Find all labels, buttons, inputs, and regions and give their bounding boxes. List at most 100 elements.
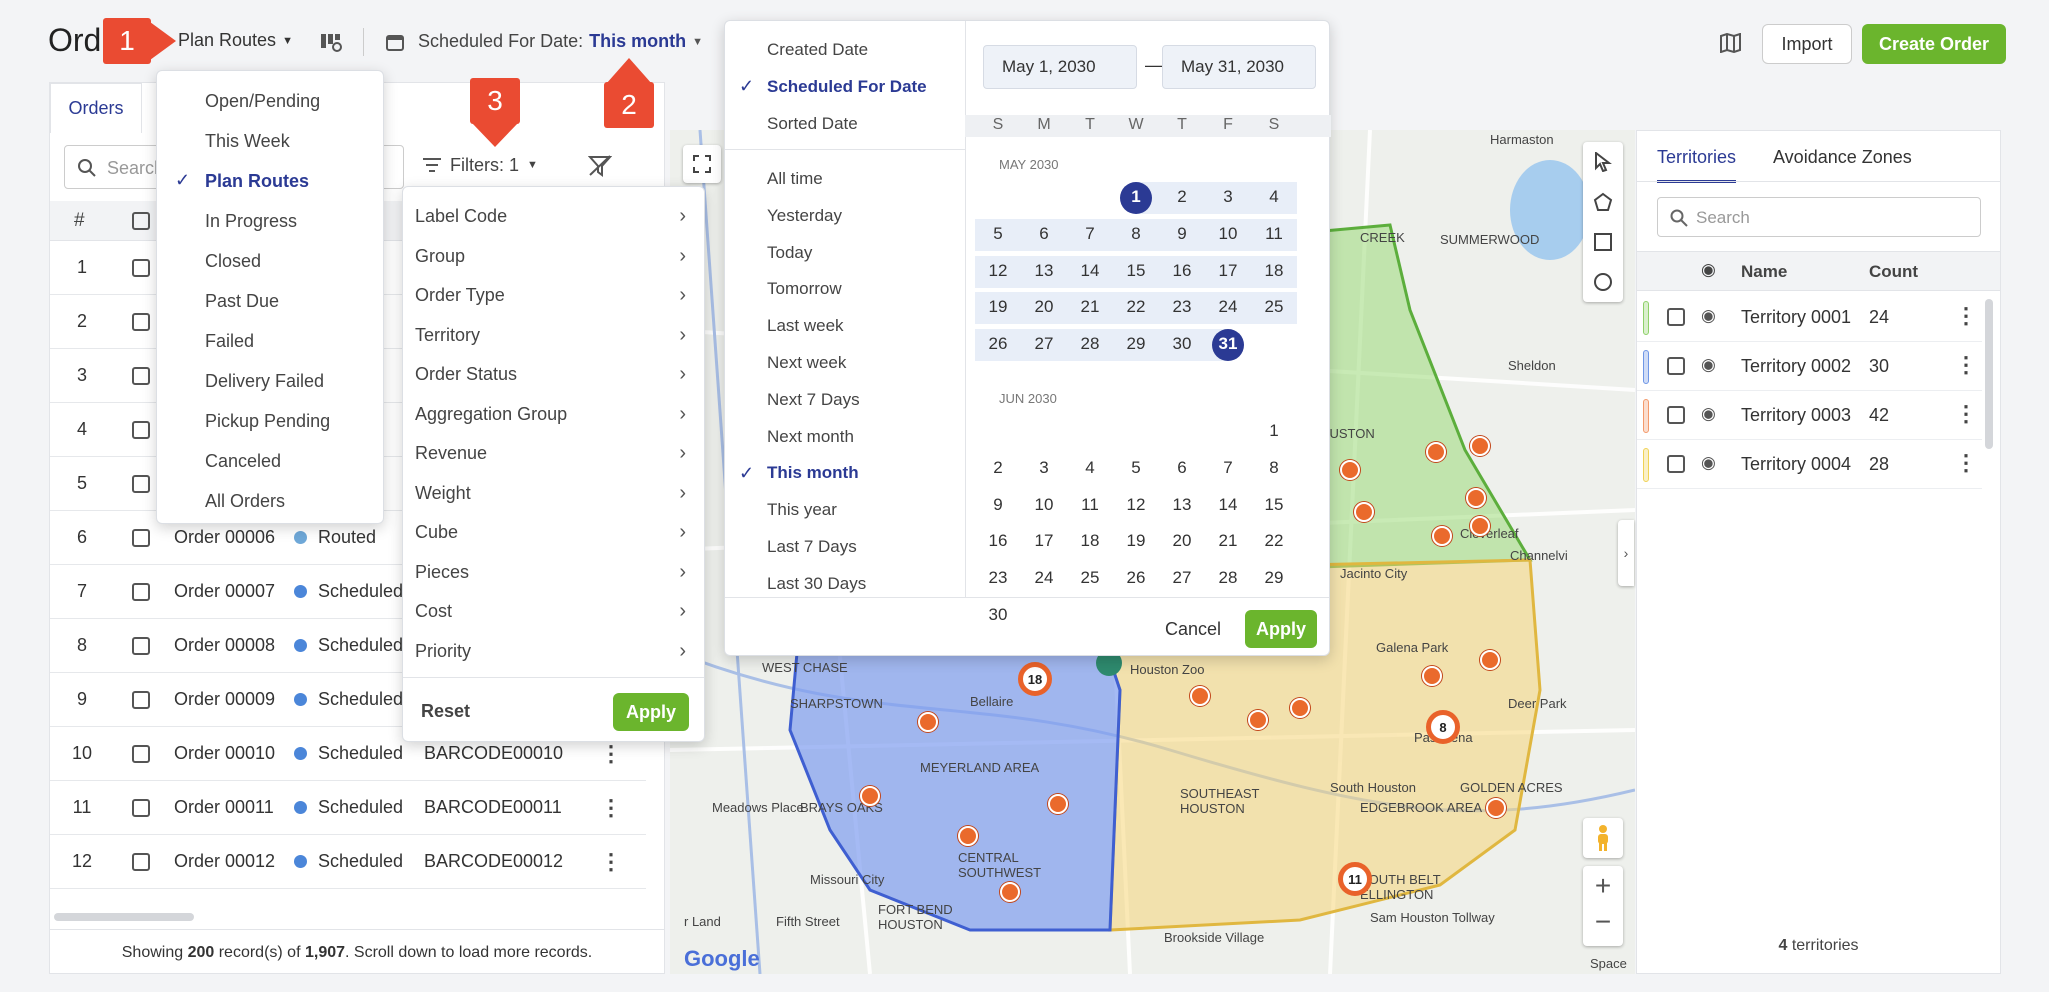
view-menu-item[interactable]: Failed <box>157 321 383 361</box>
calendar-day[interactable]: 14 <box>1067 261 1113 281</box>
view-menu-item[interactable]: In Progress <box>157 201 383 241</box>
date-preset-item[interactable]: Last week <box>725 308 965 344</box>
filter-menu-item[interactable]: Group › <box>403 237 704 276</box>
view-menu-item[interactable]: Pickup Pending <box>157 401 383 441</box>
calendar-day[interactable]: 24 <box>1205 297 1251 317</box>
calendar-day[interactable]: 21 <box>1067 297 1113 317</box>
filter-apply-button[interactable]: Apply <box>613 693 689 731</box>
date-preset-item[interactable]: Last 30 Days <box>725 566 965 602</box>
order-pin[interactable] <box>860 786 880 806</box>
eye-icon[interactable]: ◉ <box>1701 306 1716 326</box>
order-name[interactable]: Order 00010 <box>174 743 275 764</box>
calendar-day[interactable]: 9 <box>975 495 1021 515</box>
start-date-input[interactable]: May 1, 2030 <box>983 45 1137 89</box>
filters-button[interactable]: Filters: 1 ▼ <box>422 145 568 185</box>
tab-territories[interactable]: Territories <box>1657 147 1737 183</box>
order-pin[interactable] <box>958 826 978 846</box>
row-checkbox[interactable] <box>132 582 150 601</box>
calendar-day[interactable]: 7 <box>1205 458 1251 478</box>
row-checkbox[interactable] <box>132 474 150 493</box>
order-name[interactable]: Order 00012 <box>174 851 275 872</box>
more-vertical-icon[interactable]: ⋮ <box>1955 352 1977 378</box>
calendar-day[interactable]: 8 <box>1113 224 1159 244</box>
order-pin[interactable] <box>1048 794 1068 814</box>
calendar-day[interactable]: 26 <box>1113 568 1159 588</box>
order-pin[interactable] <box>1248 710 1268 730</box>
calendar-day[interactable]: 13 <box>1159 495 1205 515</box>
more-vertical-icon[interactable]: ⋮ <box>600 795 622 821</box>
calendar-day[interactable]: 20 <box>1021 297 1067 317</box>
calendar-day[interactable]: 12 <box>1113 495 1159 515</box>
filter-menu-item[interactable]: Territory › <box>403 316 704 355</box>
filter-menu-item[interactable]: Label Code › <box>403 197 704 236</box>
calendar-day[interactable]: 6 <box>1159 458 1205 478</box>
calendar-day[interactable]: 31 <box>1205 334 1251 354</box>
view-menu-item[interactable]: Past Due <box>157 281 383 321</box>
calendar-day[interactable]: 2 <box>975 458 1021 478</box>
view-dropdown[interactable]: Plan Routes ▼ <box>178 30 293 51</box>
date-type-item[interactable]: ✓ Scheduled For Date <box>725 68 965 105</box>
calendar-day[interactable]: 1 <box>1113 187 1159 207</box>
calendar-day[interactable]: 29 <box>1251 568 1297 588</box>
calendar-day[interactable]: 4 <box>1251 187 1297 207</box>
order-pin[interactable] <box>1422 666 1442 686</box>
view-menu-item[interactable]: This Week <box>157 121 383 161</box>
row-checkbox[interactable] <box>132 366 150 385</box>
calendar-day[interactable]: 23 <box>975 568 1021 588</box>
calendar-day[interactable]: 30 <box>975 605 1021 625</box>
select-all-checkbox[interactable] <box>132 212 150 230</box>
view-menu-item[interactable]: Closed <box>157 241 383 281</box>
clear-filter-icon[interactable] <box>588 155 612 177</box>
row-checkbox[interactable] <box>132 420 150 439</box>
order-pin[interactable] <box>1480 650 1500 670</box>
filter-menu-item[interactable]: Order Status › <box>403 355 704 394</box>
calendar-day[interactable]: 23 <box>1159 297 1205 317</box>
date-type-item[interactable]: Created Date <box>725 31 965 68</box>
calendar-day[interactable]: 6 <box>1021 224 1067 244</box>
filter-menu-item[interactable]: Pieces › <box>403 553 704 592</box>
filter-menu-item[interactable]: Revenue › <box>403 434 704 473</box>
more-vertical-icon[interactable]: ⋮ <box>600 741 622 767</box>
eye-icon[interactable]: ◉ <box>1701 453 1716 473</box>
calendar-day[interactable]: 18 <box>1251 261 1297 281</box>
row-checkbox[interactable] <box>132 636 150 655</box>
row-checkbox[interactable] <box>132 798 150 817</box>
order-pin[interactable] <box>1290 698 1310 718</box>
map-toggle-icon[interactable] <box>1720 33 1742 53</box>
calendar-day[interactable]: 14 <box>1205 495 1251 515</box>
date-preset-item[interactable]: ✓ This month <box>725 455 965 491</box>
order-pin[interactable] <box>1466 488 1486 508</box>
date-preset-item[interactable]: Today <box>725 235 965 271</box>
eye-icon[interactable]: ◉ <box>1701 355 1716 375</box>
more-vertical-icon[interactable]: ⋮ <box>1955 303 1977 329</box>
calendar-day[interactable]: 17 <box>1205 261 1251 281</box>
calendar-day[interactable]: 30 <box>1159 334 1205 354</box>
territory-checkbox[interactable] <box>1667 455 1685 473</box>
view-menu-item[interactable]: ✓ Plan Routes <box>157 161 383 201</box>
calendar-day[interactable]: 22 <box>1251 531 1297 551</box>
horizontal-scrollbar[interactable] <box>54 913 194 921</box>
territory-row[interactable]: ◉ Territory 0004 28 ⋮ <box>1637 440 1982 489</box>
filter-menu-item[interactable]: Weight › <box>403 474 704 513</box>
order-pin[interactable] <box>1470 436 1490 456</box>
rectangle-icon[interactable] <box>1594 233 1612 251</box>
view-menu-item[interactable]: Open/Pending <box>157 81 383 121</box>
row-checkbox[interactable] <box>132 312 150 331</box>
more-vertical-icon[interactable]: ⋮ <box>1955 401 1977 427</box>
calendar-day[interactable]: 16 <box>975 531 1021 551</box>
calendar-day[interactable]: 25 <box>1067 568 1113 588</box>
order-pin[interactable] <box>1432 526 1452 546</box>
calendar-day[interactable]: 1 <box>1251 421 1297 441</box>
zoom-in-icon[interactable]: + <box>1583 870 1623 902</box>
calendar-day[interactable]: 4 <box>1067 458 1113 478</box>
calendar-day[interactable]: 19 <box>975 297 1021 317</box>
calendar-day[interactable]: 3 <box>1205 187 1251 207</box>
calendar-day[interactable]: 9 <box>1159 224 1205 244</box>
date-preset-item[interactable]: Next 7 Days <box>725 382 965 418</box>
territory-checkbox[interactable] <box>1667 406 1685 424</box>
calendar-day[interactable]: 12 <box>975 261 1021 281</box>
date-preset-item[interactable]: This year <box>725 492 965 528</box>
board-view-icon[interactable] <box>320 32 342 52</box>
import-button[interactable]: Import <box>1762 24 1852 64</box>
expand-map-button[interactable] <box>683 145 721 183</box>
